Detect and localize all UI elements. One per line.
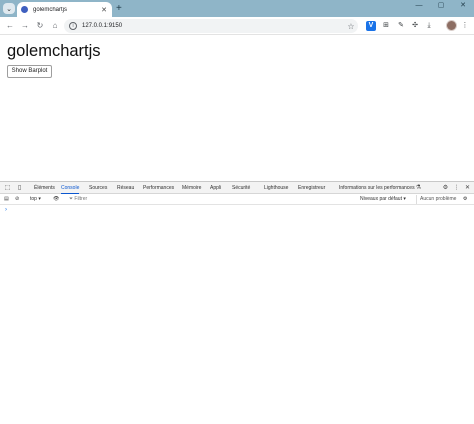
minimize-button[interactable]: — [408, 0, 430, 14]
new-tab-button[interactable]: + [116, 3, 122, 14]
levels-label: Niveaux par défaut [360, 196, 402, 202]
reload-icon[interactable]: ↻ [34, 20, 46, 32]
console-prompt[interactable]: › [5, 207, 7, 213]
address-bar[interactable]: i 127.0.0.1:9150 ☆ [64, 19, 358, 33]
filter-placeholder: Filtrer [74, 196, 88, 202]
dropdown-arrow-icon: ▾ [38, 196, 41, 202]
puzzle-extensions-icon[interactable]: ✣ [410, 21, 420, 31]
tab-security[interactable]: Sécurité [232, 182, 250, 194]
url-text: 127.0.0.1:9150 [82, 23, 123, 29]
page-title: golemchartjs [7, 42, 101, 60]
browser-tab[interactable]: golemchartjs ✕ [17, 2, 112, 17]
tab-title: golemchartjs [33, 6, 68, 13]
settings-gear-icon[interactable]: ⚙ [441, 183, 450, 193]
tab-memory[interactable]: Mémoire [182, 182, 201, 194]
home-icon[interactable]: ⌂ [49, 20, 61, 32]
tab-lighthouse[interactable]: Lighthouse [264, 182, 288, 194]
close-devtools-icon[interactable]: ✕ [463, 183, 472, 193]
devtools-menu-icon[interactable]: ⋮ [452, 183, 461, 193]
maximize-button[interactable]: ▢ [430, 0, 452, 14]
tab-strip: ⌄ golemchartjs ✕ + — ▢ ✕ [0, 0, 474, 17]
devtools-tab-bar: ⬚ ▯ Éléments Console Sources Réseau Perf… [0, 182, 474, 194]
tab-console[interactable]: Console [61, 182, 80, 194]
forward-icon[interactable]: → [19, 20, 31, 32]
clear-console-icon[interactable]: ⊘ [15, 195, 19, 204]
bookmark-star-icon[interactable]: ☆ [344, 22, 358, 31]
tab-elements[interactable]: Éléments [34, 182, 55, 194]
back-icon[interactable]: ← [4, 20, 16, 32]
tab-performance[interactable]: Performances [143, 182, 174, 194]
tab-performance-insights[interactable]: Informations sur les performances [339, 182, 415, 194]
inspect-element-icon[interactable]: ⬚ [3, 184, 12, 192]
dropdown-arrow-icon: ▾ [403, 196, 406, 202]
close-window-button[interactable]: ✕ [452, 0, 474, 14]
chevron-down-icon: ⌄ [6, 5, 12, 13]
context-label: top [30, 196, 37, 202]
log-levels-dropdown[interactable]: Niveaux par défaut ▾ [360, 195, 406, 204]
profile-avatar[interactable] [446, 20, 457, 31]
console-filter-input[interactable]: ⏷ Filtrer [69, 195, 356, 204]
google-translate-icon[interactable]: ⊞ [381, 21, 391, 31]
tab-application[interactable]: Appli [210, 182, 221, 194]
console-settings-icon[interactable]: ⚙ [463, 195, 467, 204]
window-controls: — ▢ ✕ [408, 0, 474, 17]
show-barplot-button[interactable]: Show Barplot [7, 65, 52, 78]
browser-toolbar: ← → ↻ ⌂ i 127.0.0.1:9150 ☆ V ⊞ ✎ ✣ ⤓ ⋮ [0, 17, 474, 35]
live-expression-eye-icon[interactable]: 👁 [53, 195, 59, 204]
site-info-icon[interactable]: i [69, 22, 77, 30]
extension-icon[interactable]: V [366, 21, 376, 31]
sidebar-toggle-icon[interactable]: ▤ [4, 195, 9, 204]
device-toolbar-icon[interactable]: ▯ [15, 184, 24, 192]
tab-recorder[interactable]: Enregistreur [298, 182, 325, 194]
issues-counter[interactable]: Aucun problème [416, 195, 458, 204]
downloads-icon[interactable]: ⤓ [424, 21, 434, 31]
tab-network[interactable]: Réseau [117, 182, 134, 194]
console-toolbar: ▤ ⊘ top ▾ 👁 ⏷ Filtrer Niveaux par défaut… [0, 194, 474, 205]
devtools-panel: ⬚ ▯ Éléments Console Sources Réseau Perf… [0, 181, 474, 424]
flask-icon: ⚗ [415, 185, 422, 191]
context-selector[interactable]: top ▾ [30, 195, 41, 204]
menu-kebab-icon[interactable]: ⋮ [460, 21, 470, 31]
favicon-icon [21, 6, 28, 13]
tab-sources[interactable]: Sources [89, 182, 107, 194]
tab-close-icon[interactable]: ✕ [100, 6, 108, 14]
pen-icon[interactable]: ✎ [396, 21, 406, 31]
tab-search-button[interactable]: ⌄ [3, 3, 15, 14]
